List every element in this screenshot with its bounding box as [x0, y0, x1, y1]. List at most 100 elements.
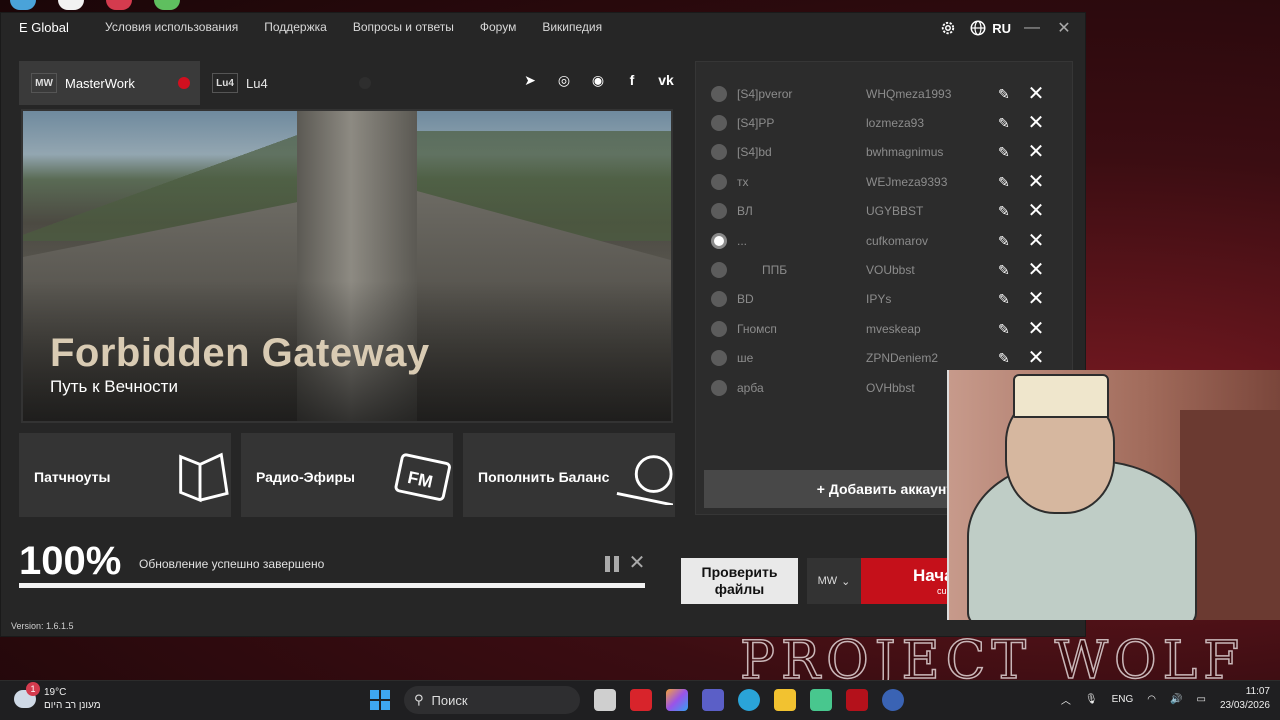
desktop-icon[interactable]	[58, 0, 84, 10]
account-login: cufkomarov	[866, 233, 929, 248]
account-login: IPYs	[866, 292, 892, 307]
account-row[interactable]: ВЛ UGYBBST ✎ ✕	[696, 197, 1072, 226]
news-banner[interactable]: Forbidden Gateway Путь к Вечности	[21, 109, 673, 423]
tab-masterwork[interactable]: MW MasterWork	[19, 61, 200, 105]
twitch-studio-icon[interactable]	[810, 689, 832, 711]
edit-pencil-icon[interactable]: ✎	[998, 86, 1014, 102]
tile-radio[interactable]: Радио-Эфиры FM	[241, 433, 453, 517]
microphone-icon[interactable]: 🎙	[1085, 694, 1098, 705]
nav-wiki[interactable]: Википедия	[542, 20, 602, 34]
tray-chevron-icon[interactable]: ︿	[1061, 692, 1071, 707]
edit-pencil-icon[interactable]: ✎	[998, 144, 1014, 160]
nav-faq[interactable]: Вопросы и ответы	[353, 20, 454, 34]
account-row[interactable]: тх WEJmeza9393 ✎ ✕	[696, 167, 1072, 196]
edit-pencil-icon[interactable]: ✎	[998, 203, 1014, 219]
delete-x-icon[interactable]: ✕	[1026, 84, 1046, 104]
clock[interactable]: 11:07 23/03/2026	[1220, 685, 1270, 713]
account-row[interactable]: [S4]PP lozmeza93 ✎ ✕	[696, 108, 1072, 137]
delete-x-icon[interactable]: ✕	[1026, 172, 1046, 192]
desktop-icon[interactable]	[10, 0, 36, 10]
account-row[interactable]: ... cufkomarov ✎ ✕	[696, 226, 1072, 255]
tile-patchnotes[interactable]: Патчноуты	[19, 433, 231, 517]
taskbar-search[interactable]: ⚲ Поиск	[404, 686, 580, 714]
account-login: mveskeap	[866, 321, 921, 336]
desktop-icons[interactable]	[10, 0, 180, 12]
delete-x-icon[interactable]: ✕	[1026, 113, 1046, 133]
clock-time: 11:07	[1245, 686, 1270, 697]
edit-pencil-icon[interactable]: ✎	[998, 115, 1014, 131]
discord-icon[interactable]: ◉	[587, 69, 609, 91]
instagram-icon[interactable]: ◎	[553, 69, 575, 91]
settings-gear-icon[interactable]	[937, 17, 959, 39]
account-nick: [S4]PP	[737, 115, 775, 130]
wifi-icon[interactable]: ◠	[1147, 694, 1156, 705]
account-row[interactable]: ППБ VOUbbst ✎ ✕	[696, 255, 1072, 284]
globe-icon	[970, 20, 986, 36]
edit-pencil-icon[interactable]: ✎	[998, 262, 1014, 278]
volume-icon[interactable]: 🔊	[1170, 694, 1182, 705]
minimize-button[interactable]: —	[1021, 17, 1043, 39]
edit-pencil-icon[interactable]: ✎	[998, 233, 1014, 249]
vk-icon[interactable]: vk	[655, 69, 677, 91]
account-row[interactable]: [S4]pveror WHQmeza1993 ✎ ✕	[696, 79, 1072, 108]
start-game-button[interactable]: Нача cu	[861, 558, 949, 604]
account-row[interactable]: BD IPYs ✎ ✕	[696, 285, 1072, 314]
launcher-taskbar-icon[interactable]	[846, 689, 868, 711]
desktop-icon[interactable]	[154, 0, 180, 10]
task-view-icon[interactable]	[594, 689, 616, 711]
account-radio[interactable]	[711, 261, 727, 278]
pause-icon[interactable]	[605, 556, 619, 572]
svg-text:FM: FM	[406, 467, 435, 492]
delete-x-icon[interactable]: ✕	[1026, 260, 1046, 280]
weather-widget[interactable]: 1 19°C מעונן רב היום	[14, 682, 101, 712]
account-row[interactable]: Гномсп mveskeap ✎ ✕	[696, 314, 1072, 343]
account-radio[interactable]	[711, 379, 727, 396]
cancel-update-icon[interactable]: ✕	[627, 553, 647, 573]
account-radio[interactable]	[711, 350, 727, 367]
desktop-icon[interactable]	[106, 0, 132, 10]
windows-start-icon[interactable]	[370, 690, 390, 710]
telegram-icon[interactable]: ➤	[519, 69, 541, 91]
account-row[interactable]: [S4]bd bwhmagnimus ✎ ✕	[696, 138, 1072, 167]
input-language[interactable]: ENG	[1112, 694, 1134, 705]
edit-pencil-icon[interactable]: ✎	[998, 291, 1014, 307]
nav-support[interactable]: Поддержка	[264, 20, 327, 34]
language-selector[interactable]: RU	[969, 19, 1011, 37]
delete-x-icon[interactable]: ✕	[1026, 201, 1046, 221]
close-button[interactable]: ✕	[1053, 17, 1075, 39]
server-select[interactable]: MW ⌄	[807, 558, 861, 604]
file-explorer-icon[interactable]	[774, 689, 796, 711]
account-radio[interactable]	[711, 320, 727, 337]
tab-lu4[interactable]: Lu4 Lu4	[200, 61, 381, 105]
obs-icon[interactable]	[882, 689, 904, 711]
delete-x-icon[interactable]: ✕	[1026, 348, 1046, 368]
account-row[interactable]: ше ZPNDeniem2 ✎ ✕	[696, 344, 1072, 373]
account-radio[interactable]	[711, 203, 727, 220]
tile-balance[interactable]: Пополнить Баланс	[463, 433, 675, 517]
account-radio[interactable]	[711, 144, 727, 161]
check-files-button[interactable]: Проверить файлы	[681, 558, 798, 604]
account-radio[interactable]	[711, 85, 727, 102]
nav-forum[interactable]: Форум	[480, 20, 516, 34]
delete-x-icon[interactable]: ✕	[1026, 142, 1046, 162]
account-radio[interactable]	[711, 173, 727, 190]
nav-terms[interactable]: Условия использования	[105, 20, 238, 34]
account-radio[interactable]	[711, 291, 727, 308]
delete-x-icon[interactable]: ✕	[1026, 289, 1046, 309]
edge-icon[interactable]	[738, 689, 760, 711]
account-radio[interactable]	[711, 114, 727, 131]
copilot-icon[interactable]	[666, 689, 688, 711]
battery-icon[interactable]: ▭	[1196, 694, 1205, 705]
account-login: VOUbbst	[866, 262, 915, 277]
account-radio[interactable]	[711, 232, 727, 249]
edit-pencil-icon[interactable]: ✎	[998, 350, 1014, 366]
facebook-icon[interactable]: f	[621, 69, 643, 91]
delete-x-icon[interactable]: ✕	[1026, 231, 1046, 251]
edit-pencil-icon[interactable]: ✎	[998, 321, 1014, 337]
tab-label: Lu4	[246, 75, 268, 91]
delete-x-icon[interactable]: ✕	[1026, 319, 1046, 339]
teams-icon[interactable]	[702, 689, 724, 711]
edit-pencil-icon[interactable]: ✎	[998, 174, 1014, 190]
search-placeholder: Поиск	[431, 692, 468, 708]
pdf-app-icon[interactable]	[630, 689, 652, 711]
